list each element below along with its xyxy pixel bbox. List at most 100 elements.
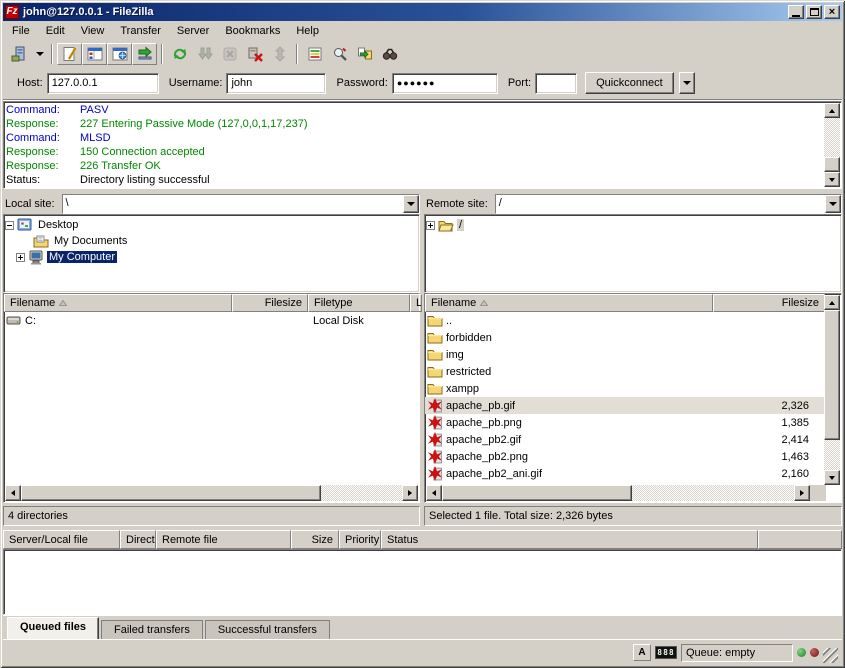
tab-queued-files[interactable]: Queued files <box>7 617 99 639</box>
scroll-right-button[interactable] <box>402 485 418 501</box>
column-header-filetype[interactable]: Filetype <box>308 294 410 312</box>
menu-file[interactable]: File <box>4 22 38 40</box>
maximize-button[interactable] <box>806 5 822 19</box>
collapse-expander-icon[interactable] <box>5 221 14 230</box>
scrollbar-track[interactable] <box>824 118 840 157</box>
cancel-button[interactable] <box>217 43 242 65</box>
file-row[interactable]: apache_pb.png 1,385 <box>425 414 825 431</box>
local-site-combo[interactable]: \ <box>62 194 420 214</box>
combo-dropdown-button[interactable] <box>825 195 841 213</box>
scroll-left-button[interactable] <box>5 485 21 501</box>
column-header-priority[interactable]: Priority <box>339 530 381 549</box>
scrollbar-thumb[interactable] <box>442 485 632 501</box>
column-header-filesize[interactable]: Filesize <box>713 294 825 312</box>
expand-expander-icon[interactable] <box>426 221 435 230</box>
local-horizontal-scrollbar[interactable] <box>5 485 418 501</box>
password-input[interactable] <box>392 73 498 94</box>
scrollbar-thumb[interactable] <box>824 157 840 172</box>
file-row[interactable]: .. <box>425 312 825 329</box>
tree-item-root[interactable]: / <box>426 217 840 233</box>
disconnect-button[interactable] <box>242 43 267 65</box>
host-input[interactable] <box>47 73 159 94</box>
remote-site-combo[interactable]: / <box>495 194 842 214</box>
tree-item-my-computer[interactable]: My Computer <box>5 249 418 265</box>
menu-bookmarks[interactable]: Bookmarks <box>217 22 288 40</box>
queue-body[interactable] <box>3 549 842 615</box>
file-row[interactable]: apache_pb2.png 1,463 <box>425 448 825 465</box>
folder-icon <box>427 347 443 362</box>
file-row-c-drive[interactable]: C: Local Disk <box>4 312 419 329</box>
column-header-remote-file[interactable]: Remote file <box>156 530 291 549</box>
process-queue-button[interactable] <box>192 43 217 65</box>
toggle-message-log-button[interactable] <box>57 43 82 65</box>
username-input[interactable] <box>226 73 326 94</box>
file-row[interactable]: forbidden <box>425 329 825 346</box>
menu-view[interactable]: View <box>73 22 113 40</box>
column-header-status[interactable]: Status <box>381 530 758 549</box>
file-row-selected[interactable]: apache_pb.gif 2,326 <box>425 397 825 414</box>
remote-list-header: Filename Filesize <box>425 294 825 312</box>
file-row[interactable]: restricted <box>425 363 825 380</box>
refresh-button[interactable] <box>167 43 192 65</box>
resize-grip[interactable] <box>823 648 838 663</box>
scrollbar-track[interactable] <box>321 485 402 501</box>
reconnect-icon <box>272 46 288 62</box>
column-header-last-modified[interactable]: L <box>410 294 422 312</box>
site-manager-button[interactable] <box>7 43 32 65</box>
minimize-button[interactable] <box>788 5 804 19</box>
tree-item-desktop[interactable]: Desktop <box>5 217 418 233</box>
remote-horizontal-scrollbar[interactable] <box>426 485 826 501</box>
menu-transfer[interactable]: Transfer <box>112 22 169 40</box>
scroll-up-button[interactable] <box>824 103 840 118</box>
column-header-filesize[interactable]: Filesize <box>232 294 308 312</box>
scrollbar-thumb[interactable] <box>824 310 840 440</box>
folder-icon <box>427 364 443 379</box>
data-type-indicator-icon[interactable]: A <box>633 644 651 661</box>
remote-vertical-scrollbar[interactable] <box>824 295 840 485</box>
reconnect-button[interactable] <box>267 43 292 65</box>
quickconnect-dropdown-button[interactable] <box>679 72 695 94</box>
maximize-icon <box>810 8 819 16</box>
close-button[interactable]: × <box>824 5 840 19</box>
tab-successful-transfers[interactable]: Successful transfers <box>205 620 330 639</box>
speed-limits-icon[interactable]: 888 <box>655 646 677 659</box>
column-header-filename[interactable]: Filename <box>4 294 232 312</box>
scroll-up-button[interactable] <box>824 295 840 310</box>
port-input[interactable] <box>535 73 577 94</box>
file-row[interactable]: apache_pb2.gif 2,414 <box>425 431 825 448</box>
column-header-size[interactable]: Size <box>291 530 339 549</box>
tree-item-my-documents[interactable]: My Documents <box>5 233 418 249</box>
log-scrollbar[interactable] <box>824 103 840 187</box>
filter-button[interactable] <box>302 43 327 65</box>
toggle-transfer-queue-button[interactable] <box>132 43 157 65</box>
find-files-button[interactable] <box>377 43 402 65</box>
scroll-right-button[interactable] <box>794 485 810 501</box>
file-row[interactable]: img <box>425 346 825 363</box>
scroll-left-button[interactable] <box>426 485 442 501</box>
scrollbar-track[interactable] <box>824 440 840 470</box>
file-row[interactable]: xampp <box>425 380 825 397</box>
drive-icon <box>6 313 22 328</box>
scrollbar-thumb[interactable] <box>21 485 321 501</box>
tab-failed-transfers[interactable]: Failed transfers <box>101 620 203 639</box>
scroll-down-button[interactable] <box>824 172 840 187</box>
filter-icon <box>307 46 323 62</box>
column-header-filename[interactable]: Filename <box>425 294 713 312</box>
file-row[interactable]: apache_pb2_ani.gif 2,160 <box>425 465 825 482</box>
column-header-direction[interactable]: Directi... <box>120 530 156 549</box>
scrollbar-track[interactable] <box>632 485 794 501</box>
synchronized-browsing-button[interactable] <box>352 43 377 65</box>
quickconnect-button[interactable]: Quickconnect <box>585 72 674 94</box>
site-manager-dropdown-button[interactable] <box>32 43 47 65</box>
menu-server[interactable]: Server <box>169 22 217 40</box>
column-header-server-local-file[interactable]: Server/Local file <box>3 530 120 549</box>
menu-help[interactable]: Help <box>288 22 327 40</box>
scroll-down-button[interactable] <box>824 470 840 485</box>
menu-edit[interactable]: Edit <box>38 22 73 40</box>
toggle-remote-tree-button[interactable] <box>107 43 132 65</box>
directory-comparison-button[interactable] <box>327 43 352 65</box>
toggle-local-tree-button[interactable] <box>82 43 107 65</box>
expand-expander-icon[interactable] <box>16 253 25 262</box>
combo-dropdown-button[interactable] <box>403 195 419 213</box>
queue-header: Server/Local file Directi... Remote file… <box>3 530 842 549</box>
